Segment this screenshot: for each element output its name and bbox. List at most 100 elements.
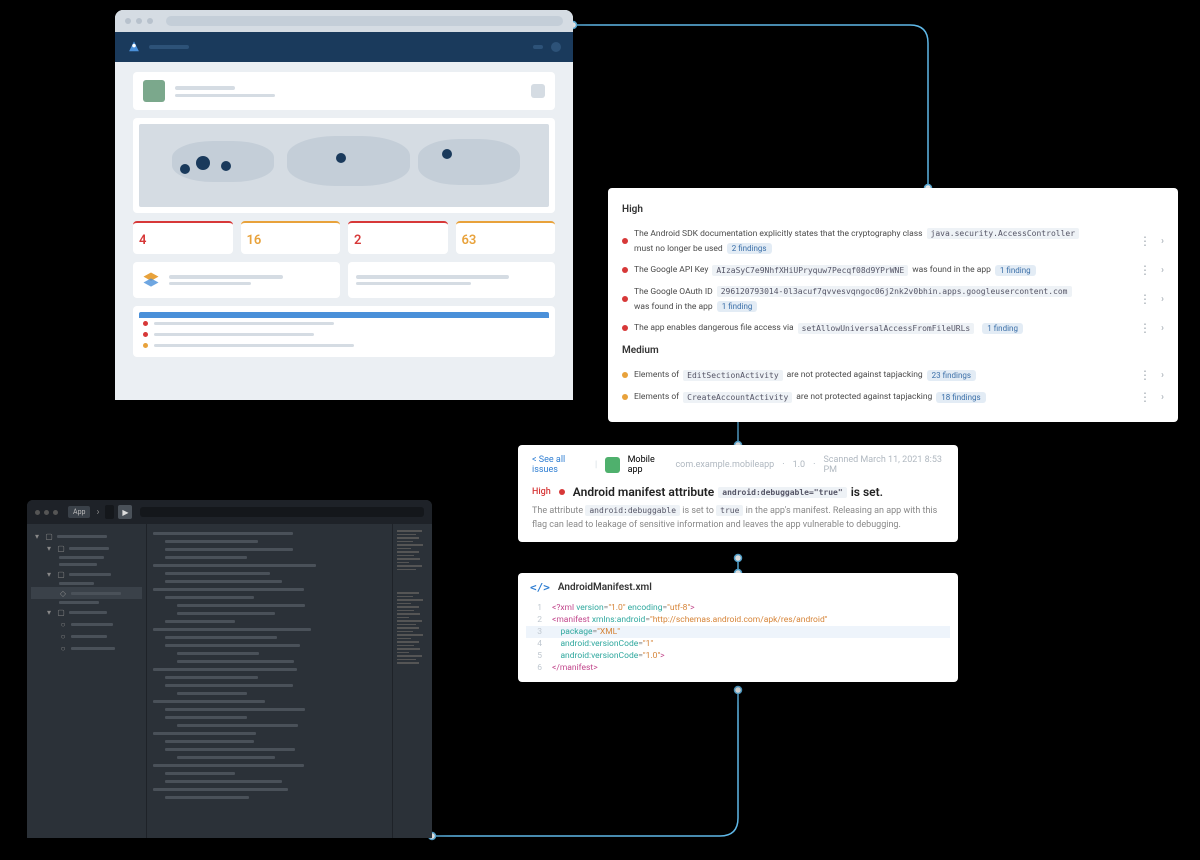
run-button[interactable]: ▶ [118,505,132,519]
device-selector[interactable] [105,505,114,519]
finding-text: The Google API KeyAIzaSyC7e9NhfXHiUPryqu… [634,265,1133,276]
back-link[interactable]: < See all issues [532,455,587,475]
severity-medium-header: Medium [622,345,1164,356]
findings-count-badge: 1 finding [982,323,1023,334]
severity-dot-icon [622,267,628,273]
app-icon [605,457,619,473]
browser-chrome [115,10,573,32]
folder-icon: ▢ [57,570,65,578]
finding-row[interactable]: The Google OAuth ID296120793014-0l3acuf7… [622,281,1164,317]
severity-dot-icon [559,489,565,495]
ide-window: App › ▶ ▾ ▢ ▾ ▢ ▾ ▢ ◇ ▾ ▢ ○ ○ ○ [27,500,432,838]
window-dot[interactable] [125,18,131,24]
filename: AndroidManifest.xml [558,582,652,593]
app-name: Mobile app [628,455,668,475]
issue-title: Android manifest attribute android:debug… [573,485,883,499]
severity-dot-icon [622,238,628,244]
chevron-down-icon: ▾ [33,532,41,540]
findings-count-badge: 1 finding [995,265,1036,276]
stat-card[interactable]: 4 [133,221,233,254]
finding-text: Elements ofEditSectionActivityare not pr… [634,370,1133,381]
stats-row: 4 16 2 63 [133,221,555,254]
url-bar[interactable] [166,16,563,26]
findings-count-badge: 2 findings [727,243,772,254]
circle-icon: ○ [59,620,67,628]
file-tree[interactable]: ▾ ▢ ▾ ▢ ▾ ▢ ◇ ▾ ▢ ○ ○ ○ [27,524,147,838]
package-name: com.example.mobileapp [675,460,774,470]
summary-card [133,262,340,298]
issue-description: The attribute android:debuggable is set … [532,505,944,532]
stat-card[interactable]: 16 [241,221,341,254]
ide-path-bar[interactable] [140,507,424,517]
severity-dot-icon [622,394,628,400]
circle-icon: ○ [59,632,67,640]
kebab-menu-icon[interactable]: ⋮ [1139,391,1151,403]
code-line: 6</manifest> [526,662,950,674]
code-snippet-card: </> AndroidManifest.xml 1<?xml version="… [518,573,958,682]
severity-label: High [532,487,551,497]
finding-text: The Android SDK documentation explicitly… [634,228,1133,254]
chevron-right-icon[interactable]: › [1161,323,1164,334]
code-line: 1<?xml version="1.0" encoding="utf-8"> [526,602,950,614]
kebab-menu-icon[interactable]: ⋮ [1139,235,1151,247]
window-dot[interactable] [136,18,142,24]
kebab-menu-icon[interactable]: ⋮ [1139,369,1151,381]
chevron-right-icon[interactable]: › [1161,265,1164,276]
folder-icon: ▢ [45,532,53,540]
code-line: 5 android:versionCode="1.0"> [526,650,950,662]
findings-count-badge: 23 findings [927,370,976,381]
layers-icon [141,270,161,290]
breadcrumb[interactable]: App [68,506,90,518]
kebab-menu-icon[interactable]: ⋮ [1139,264,1151,276]
code-editor[interactable] [147,524,392,838]
chevron-down-icon: ▾ [45,544,53,552]
severity-dot-icon [622,296,628,302]
findings-preview-card [133,306,555,357]
finding-row[interactable]: Elements ofCreateAccountActivityare not … [622,386,1164,408]
minimap[interactable] [392,524,432,838]
folder-icon: ▢ [57,608,65,616]
chevron-down-icon: ▾ [45,570,53,578]
code-line: 2<manifest xmlns:android="http://schemas… [526,614,950,626]
version: 1.0 [793,460,806,470]
scan-date: Scanned March 11, 2021 8:53 PM [823,455,944,475]
window-dot[interactable] [35,510,40,515]
diamond-icon: ◇ [59,589,67,597]
circle-icon: ○ [59,644,67,652]
summary-card [348,262,555,298]
finding-text: Elements ofCreateAccountActivityare not … [634,392,1133,403]
app-title-card [133,72,555,110]
app-avatar [143,80,165,102]
chevron-right-icon: › [96,507,99,518]
window-dot[interactable] [53,510,58,515]
finding-text: The Google OAuth ID296120793014-0l3acuf7… [634,286,1133,312]
world-map-card [133,118,555,213]
stat-card[interactable]: 2 [348,221,448,254]
finding-row[interactable]: The Google API KeyAIzaSyC7e9NhfXHiUPryqu… [622,259,1164,281]
chevron-down-icon: ▾ [45,608,53,616]
code-line: 4 android:versionCode="1" [526,638,950,650]
findings-panel: High The Android SDK documentation expli… [608,188,1178,422]
finding-row[interactable]: The Android SDK documentation explicitly… [622,223,1164,259]
window-dot[interactable] [44,510,49,515]
ide-toolbar: App › ▶ [27,500,432,524]
severity-dot-icon [622,325,628,331]
chevron-right-icon[interactable]: › [1161,236,1164,247]
chevron-right-icon[interactable]: › [1161,294,1164,305]
code-line: 3 package="XML" [526,626,950,638]
finding-row[interactable]: The app enables dangerous file access vi… [622,317,1164,339]
folder-icon: ▢ [57,544,65,552]
finding-row[interactable]: Elements ofEditSectionActivityare not pr… [622,364,1164,386]
kebab-menu-icon[interactable]: ⋮ [1139,293,1151,305]
severity-high-header: High [622,204,1164,215]
code-icon: </> [530,581,550,594]
stat-card[interactable]: 63 [456,221,556,254]
dashboard-header [115,32,573,62]
severity-dot-icon [622,372,628,378]
findings-count-badge: 18 findings [936,392,985,403]
finding-text: The app enables dangerous file access vi… [634,323,1133,334]
window-dot[interactable] [147,18,153,24]
chevron-right-icon[interactable]: › [1161,392,1164,403]
chevron-right-icon[interactable]: › [1161,370,1164,381]
kebab-menu-icon[interactable]: ⋮ [1139,322,1151,334]
